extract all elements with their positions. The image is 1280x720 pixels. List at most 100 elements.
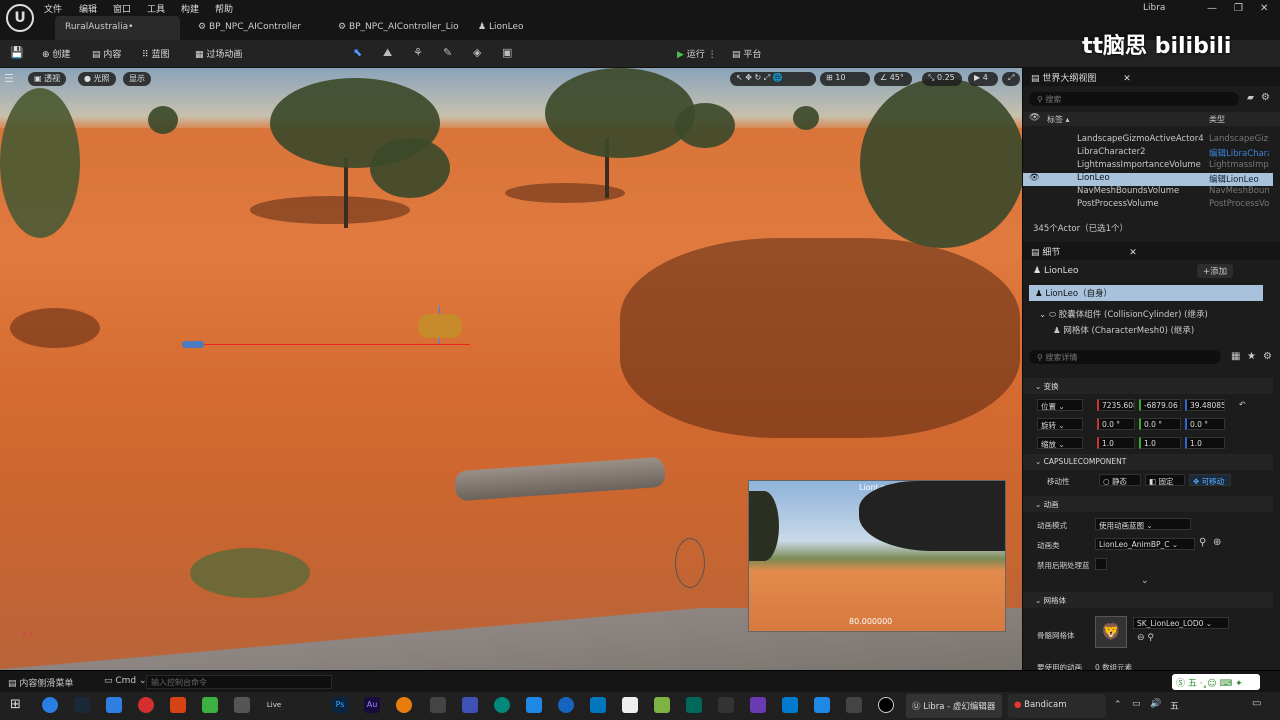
mobility-fixed[interactable]: ◧ 固定 <box>1145 474 1185 486</box>
app-icon-6[interactable] <box>558 697 574 713</box>
scale-dropdown[interactable]: 缩放 ⌄ <box>1037 437 1083 449</box>
section-animation[interactable]: ⌄ 动画 <box>1023 496 1273 512</box>
menu-edit[interactable]: 编辑 <box>79 2 97 15</box>
steam-icon[interactable] <box>74 697 90 713</box>
rotation-dropdown[interactable]: 旋转 ⌄ <box>1037 418 1083 430</box>
details-settings-icon[interactable]: ⚙ <box>1263 351 1272 362</box>
location-dropdown[interactable]: 位置 ⌄ <box>1037 399 1083 411</box>
office-icon[interactable] <box>170 697 186 713</box>
menu-window[interactable]: 窗口 <box>113 2 131 15</box>
rotation-y[interactable]: 0.0 ° <box>1139 418 1181 430</box>
outliner-row-type[interactable]: 编辑LibraChara <box>1209 147 1269 159</box>
outliner-row-type[interactable]: 编辑LionLeo <box>1209 173 1269 185</box>
create-button[interactable]: ⊕ 创建 <box>42 47 70 60</box>
outliner-row-type[interactable]: LandscapeGizn <box>1209 134 1269 144</box>
lit-button[interactable]: ● 光照 <box>78 72 116 86</box>
grid-snap-button[interactable]: ⊞ 10 <box>820 72 870 86</box>
perspective-button[interactable]: ▣ 透视 <box>28 72 67 86</box>
outliner-row-type[interactable]: LightmassImpo <box>1209 160 1269 170</box>
settings-icon[interactable]: ⚙ <box>1261 92 1270 103</box>
expand-chevron-icon[interactable]: ⌄ <box>1141 576 1149 586</box>
netease-icon[interactable] <box>138 697 154 713</box>
outliner-search-input[interactable]: ⚲ 搜索 <box>1029 92 1239 106</box>
blueprint-button[interactable]: ⠿ 蓝图 <box>142 47 169 60</box>
rotation-z[interactable]: 0.0 ° <box>1185 418 1225 430</box>
section-mesh[interactable]: ⌄ 网格体 <box>1023 592 1273 608</box>
mesh-mode-icon[interactable]: ◈ <box>473 46 481 59</box>
section-transform[interactable]: ⌄ 变换 <box>1023 378 1273 394</box>
minimize-icon[interactable]: — <box>1207 3 1217 14</box>
component-capsule[interactable]: ⌄ ⬭ 胶囊体组件 (CollisionCylinder) (继承) <box>1039 308 1279 321</box>
component-self[interactable]: ♟ LionLeo（自身） <box>1029 285 1263 301</box>
audition-icon[interactable]: Au <box>364 697 380 713</box>
photoshop-icon[interactable]: Ps <box>332 697 348 713</box>
wechat-icon[interactable] <box>202 697 218 713</box>
app-icon-4[interactable] <box>494 697 510 713</box>
outliner-row[interactable]: LandscapeGizmoActiveActor4 LandscapeGizn <box>1023 134 1273 147</box>
outliner-row[interactable]: NavMeshBoundsVolume NavMeshBoun <box>1023 186 1273 199</box>
tray-chevron-icon[interactable]: ⌃ <box>1114 700 1122 710</box>
notification-icon[interactable]: ▭ <box>1252 698 1261 709</box>
mesh-thumbnail[interactable]: 🦁 <box>1095 616 1127 648</box>
ime-indicator[interactable]: 五 <box>1170 699 1179 712</box>
cinematics-button[interactable]: ▦ 过场动画 <box>195 47 242 60</box>
app-icon-8[interactable] <box>622 697 638 713</box>
disable-post-checkbox[interactable] <box>1095 558 1107 570</box>
browse-icon[interactable]: ⚲ <box>1199 537 1206 548</box>
windows-start-icon[interactable]: ⊞ <box>10 697 21 712</box>
character-actor[interactable] <box>675 538 705 588</box>
reset-icon[interactable]: ↶ <box>1239 400 1246 409</box>
menu-tools[interactable]: 工具 <box>147 2 165 15</box>
menu-help[interactable]: 帮助 <box>215 2 233 15</box>
platform-button[interactable]: ▤ 平台 <box>732 47 761 60</box>
outliner-row[interactable]: LibraCharacter2 编辑LibraChara <box>1023 147 1273 160</box>
skel-mesh-dropdown[interactable]: SK_LionLeo_LOD0 ⌄ <box>1133 617 1229 629</box>
maximize-viewport-icon[interactable]: ⤢ <box>1002 72 1020 86</box>
scale-y[interactable]: 1.0 <box>1139 437 1181 449</box>
app-icon-3[interactable] <box>462 697 478 713</box>
close-outliner-icon[interactable]: ✕ <box>1123 74 1131 84</box>
app-icon-9[interactable] <box>654 697 670 713</box>
console-input[interactable]: 输入控制台命令 <box>146 675 332 689</box>
menu-build[interactable]: 构建 <box>181 2 199 15</box>
favorite-icon[interactable]: ★ <box>1247 351 1256 362</box>
paint-mode-icon[interactable]: ✎ <box>443 46 452 59</box>
tab-aicontroller-lio[interactable]: ⚙ BP_NPC_AIController_Lio <box>328 16 469 40</box>
landscape-mode-icon[interactable]: ⛰ <box>383 46 392 60</box>
blender-icon[interactable] <box>396 697 412 713</box>
mobility-movable[interactable]: ✥ 可移动 <box>1189 474 1231 486</box>
maximize-icon[interactable]: ❐ <box>1234 3 1243 14</box>
scale-z[interactable]: 1.0 <box>1185 437 1225 449</box>
table-view-icon[interactable]: ▦ <box>1231 351 1240 362</box>
show-button[interactable]: 显示 <box>123 72 151 86</box>
anim-mode-dropdown[interactable]: 使用动画蓝图 ⌄ <box>1095 518 1191 530</box>
visibility-icon[interactable]: 👁 <box>1029 113 1040 123</box>
taskbar-bandicam[interactable]: ● Bandicam <box>1008 694 1106 718</box>
app-icon-12[interactable] <box>846 697 862 713</box>
component-mesh[interactable]: ♟ 网格体 (CharacterMesh0) (继承) <box>1053 324 1280 337</box>
location-y[interactable]: -6879.06 <box>1139 399 1181 411</box>
section-capsule[interactable]: ⌄ CAPSULECOMPONENT <box>1023 454 1273 470</box>
app-icon-7[interactable] <box>590 697 606 713</box>
cmd-button[interactable]: ▭ Cmd ⌄ <box>104 676 147 686</box>
tab-lionleo[interactable]: ♟ LionLeo <box>468 16 534 40</box>
angle-snap-button[interactable]: ∠ 45° <box>874 72 912 86</box>
camera-icon[interactable] <box>234 697 250 713</box>
fracture-mode-icon[interactable]: ▣ <box>502 46 512 59</box>
app-icon-11[interactable] <box>814 697 830 713</box>
menu-file[interactable]: 文件 <box>44 2 62 15</box>
outliner-row-type[interactable]: NavMeshBoun <box>1209 186 1269 196</box>
scale-x[interactable]: 1.0 <box>1097 437 1135 449</box>
vscode-icon[interactable] <box>782 697 798 713</box>
rotation-x[interactable]: 0.0 ° <box>1097 418 1135 430</box>
content-drawer-button[interactable]: ▤ 内容侧滑菜单 <box>8 676 73 689</box>
terminal-icon[interactable] <box>718 697 734 713</box>
scale-snap-button[interactable]: ⤡ 0.25 <box>922 72 962 86</box>
app-icon-5[interactable] <box>526 697 542 713</box>
visual-studio-icon[interactable] <box>750 697 766 713</box>
camera-actor[interactable] <box>182 341 204 348</box>
close-details-icon[interactable]: ✕ <box>1129 248 1137 258</box>
visibility-icon[interactable]: 👁 <box>1029 173 1040 183</box>
details-search-input[interactable]: ⚲ 搜索详情 <box>1029 350 1221 364</box>
select-mode-icon[interactable]: ⬉ <box>353 46 362 59</box>
